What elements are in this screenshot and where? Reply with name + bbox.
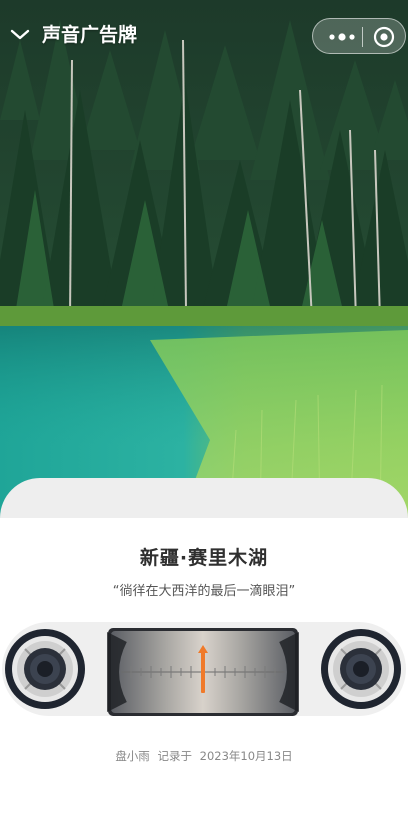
radio-tuner-icon[interactable] [97, 627, 309, 717]
card-top-band [0, 478, 408, 518]
place-name: 新疆·赛里木湖 [139, 547, 269, 569]
navigation-bar: 声音广告牌 [0, 0, 408, 72]
recorded-label: 记录于 [157, 749, 192, 763]
record-date: 2023年10月13日 [199, 749, 293, 763]
page-title: 声音广告牌 [42, 24, 138, 46]
chevron-down-icon[interactable] [8, 22, 32, 46]
hero-image [0, 0, 408, 520]
capsule-divider [362, 27, 363, 47]
mini-program-capsule [312, 18, 406, 54]
author-name: 盘小雨 [115, 749, 150, 763]
speaker-icon[interactable] [320, 628, 402, 710]
more-dots-icon[interactable] [325, 28, 359, 46]
place-quote: “徜徉在大西洋的最后一滴眼泪” [112, 584, 296, 599]
target-circle-icon[interactable] [373, 26, 395, 48]
speaker-icon[interactable] [4, 628, 86, 710]
record-footer: 盘小雨 记录于 2023年10月13日 [0, 748, 408, 764]
